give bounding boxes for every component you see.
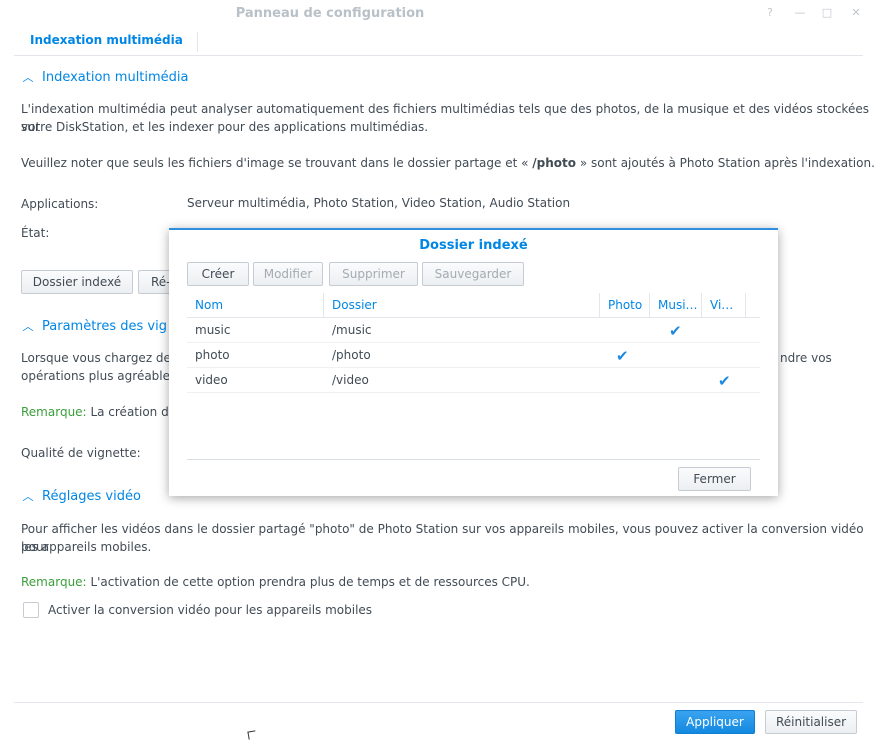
modify-button[interactable]: Modifier: [253, 262, 323, 286]
section1-description-line2: votre DiskStation, et les indexer pour d…: [21, 120, 429, 134]
column-photo[interactable]: Photo: [600, 293, 650, 317]
table-header: Nom Dossier Photo Musi… Vi…: [187, 293, 760, 318]
dialog-title: Dossier indexé: [419, 238, 528, 253]
apply-button[interactable]: Appliquer: [675, 710, 755, 734]
tab-media-indexing[interactable]: Indexation multimédia: [16, 32, 198, 52]
delete-button[interactable]: Supprimer: [329, 262, 418, 286]
table-row[interactable]: music /music ✔: [187, 318, 760, 343]
applications-value: Serveur multimédia, Photo Station, Video…: [187, 196, 571, 210]
section-thumbnail-settings-header[interactable]: ︿ Paramètres des vig: [22, 318, 167, 334]
thumbnail-quality-label: Qualité de vignette:: [21, 446, 141, 460]
video-conversion-label[interactable]: Activer la conversion vidéo pour les app…: [48, 601, 372, 619]
section-title: Paramètres des vig: [42, 319, 167, 334]
column-music[interactable]: Musi…: [650, 293, 702, 317]
row-name: music: [195, 323, 231, 337]
close-button[interactable]: Fermer: [678, 467, 751, 491]
chevron-up-icon: ︿: [22, 71, 34, 84]
applications-label: Applications:: [21, 197, 99, 211]
create-button[interactable]: Créer: [187, 262, 249, 286]
section-title: Indexation multimédia: [42, 70, 189, 85]
section2-description-line1-end: ndre vos: [780, 351, 832, 365]
indexed-folder-table: Nom Dossier Photo Musi… Vi… music /music…: [187, 293, 760, 393]
note-suffix: » sont ajoutés à Photo Station après l'i…: [576, 156, 875, 170]
section2-description-line2: opérations plus agréables: [21, 369, 177, 383]
music-check-icon[interactable]: ✔: [669, 322, 682, 340]
indexed-folder-button[interactable]: Dossier indexé: [21, 270, 133, 294]
remark-text: La création de: [90, 405, 177, 419]
video-conversion-checkbox[interactable]: [23, 602, 39, 618]
row-folder: /video: [332, 373, 369, 387]
mouse-cursor-icon: [247, 730, 257, 740]
remark-label: Remarque:: [21, 405, 87, 419]
table-row[interactable]: video /video ✔: [187, 368, 760, 393]
section3-description-line2: les appareils mobiles.: [21, 540, 152, 554]
maximize-icon[interactable]: □: [820, 6, 834, 20]
section2-remark: Remarque: La création de: [21, 403, 176, 421]
note-prefix: Veuillez noter que seuls les fichiers d'…: [21, 156, 533, 170]
footer-divider: [14, 702, 863, 703]
section-media-indexing-header[interactable]: ︿ Indexation multimédia: [22, 69, 189, 85]
chevron-up-icon: ︿: [22, 490, 34, 503]
close-icon[interactable]: ✕: [849, 6, 863, 20]
row-folder: /photo: [332, 348, 371, 362]
section3-remark: Remarque: L'activation de cette option p…: [21, 573, 530, 591]
table-row[interactable]: photo /photo ✔: [187, 343, 760, 368]
row-folder: /music: [332, 323, 372, 337]
video-check-icon[interactable]: ✔: [718, 372, 731, 390]
state-label: État:: [21, 226, 50, 240]
table-bottom-divider: [187, 459, 760, 460]
chevron-up-icon: ︿: [22, 320, 34, 333]
photo-folder-note: Veuillez noter que seuls les fichiers d'…: [21, 154, 875, 172]
column-folder[interactable]: Dossier: [324, 293, 600, 317]
column-name[interactable]: Nom: [187, 293, 324, 317]
remark-label: Remarque:: [21, 575, 87, 589]
photo-check-icon[interactable]: ✔: [616, 347, 629, 365]
tab-bar: Indexation multimédia: [14, 28, 863, 56]
reset-button[interactable]: Réinitialiser: [765, 710, 857, 734]
section2-description-line1: Lorsque vous chargez des: [21, 351, 178, 365]
window-title: Panneau de configuration: [235, 6, 425, 21]
remark-text: L'activation de cette option prendra plu…: [90, 575, 530, 589]
minimize-icon[interactable]: —: [793, 6, 807, 20]
section-video-settings-header[interactable]: ︿ Réglages vidéo: [22, 488, 141, 504]
note-bold: /photo: [532, 156, 577, 170]
help-icon[interactable]: ?: [763, 6, 777, 20]
row-name: video: [195, 373, 228, 387]
row-name: photo: [195, 348, 230, 362]
window-titlebar: Panneau de configuration ? — □ ✕: [0, 0, 877, 28]
section-title: Réglages vidéo: [42, 489, 141, 504]
save-button[interactable]: Sauvegarder: [422, 262, 524, 286]
column-video[interactable]: Vi…: [702, 293, 746, 317]
indexed-folder-dialog: Dossier indexé Créer Modifier Supprimer …: [169, 228, 778, 496]
